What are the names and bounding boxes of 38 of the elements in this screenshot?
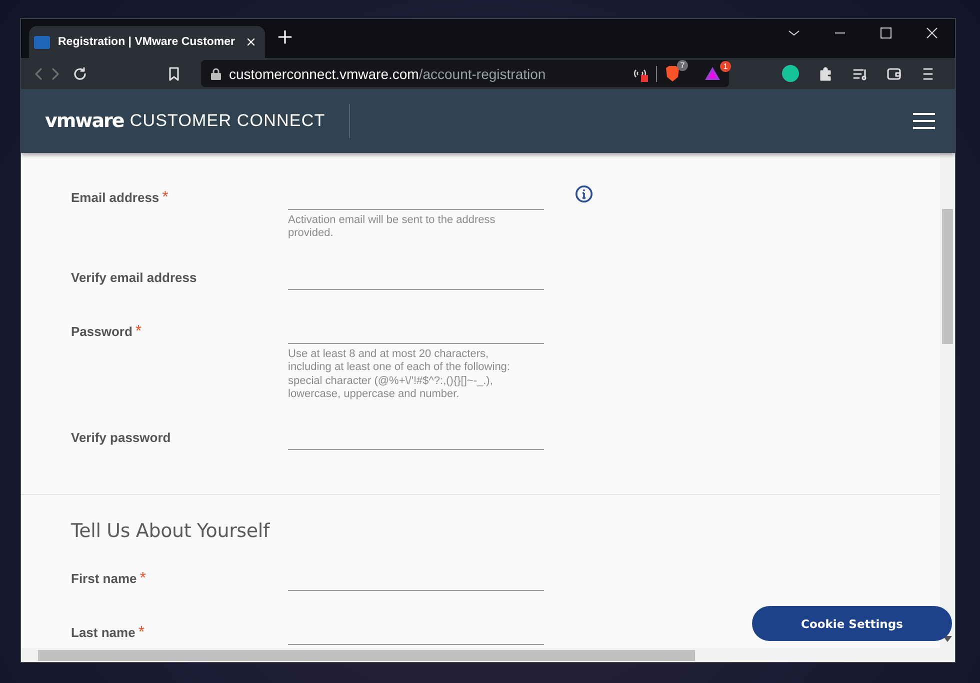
favicon-icon [34, 36, 50, 48]
bookmark-icon[interactable] [166, 66, 182, 82]
scroll-thumb[interactable] [942, 209, 953, 344]
horizontal-scrollbar[interactable] [21, 648, 955, 662]
extension-icon[interactable] [782, 65, 799, 82]
plus-icon[interactable] [277, 29, 293, 45]
count-badge: 1 [720, 61, 731, 72]
puzzle-icon[interactable] [818, 66, 834, 82]
field-label: Verify email address [71, 270, 197, 285]
browser-tab[interactable]: Registration | VMware Customer [29, 26, 265, 58]
triangle-icon[interactable] [704, 66, 721, 81]
section-heading: Tell Us About Yourself [71, 520, 271, 542]
info-icon[interactable] [575, 185, 593, 203]
cookie-settings-button[interactable]: Cookie Settings [752, 606, 952, 641]
shield-icon[interactable] [665, 65, 680, 82]
wallet-icon[interactable] [886, 66, 902, 82]
reload-icon[interactable] [72, 66, 88, 82]
field-label: Email address [71, 190, 160, 205]
field-hint: Use at least 8 and at most 20 characters, including at least one of each of the following: special character (@%+\/'!#$^?:,(){}[]~-_.), lowercase, uppercase and number. [288, 348, 511, 402]
field-label: Last name [71, 625, 136, 640]
menu-icon[interactable] [913, 112, 935, 130]
field-label: Password [71, 324, 132, 339]
vertical-scrollbar[interactable] [940, 153, 955, 648]
close-icon[interactable] [245, 36, 257, 48]
field-label: First name [71, 571, 137, 586]
required-mark: * [138, 624, 145, 642]
address-bar[interactable]: customerconnect.vmware.com/account-registration 7 1 [201, 60, 729, 87]
scroll-thumb[interactable] [38, 650, 695, 661]
lock-icon [211, 68, 221, 80]
field-hint: Activation email will be sent to the address provided. [288, 214, 496, 241]
required-mark: * [140, 570, 146, 588]
count-badge: 7 [677, 60, 688, 71]
required-mark: * [135, 322, 142, 340]
logo[interactable]: vmware [45, 110, 124, 132]
site-title: CUSTOMER CONNECT [130, 104, 350, 138]
field-label: Verify password [71, 430, 171, 446]
required-mark: * [162, 189, 168, 206]
url-text: customerconnect.vmware.com/account-registration [229, 66, 546, 82]
